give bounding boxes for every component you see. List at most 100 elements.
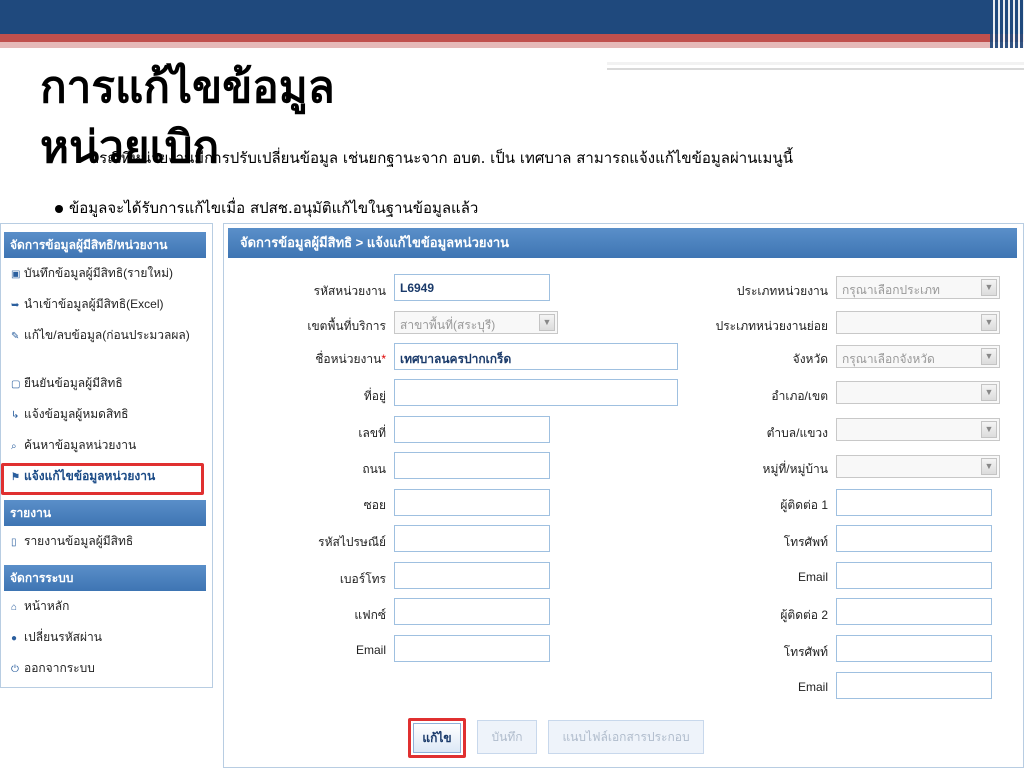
unit-subtype-select[interactable]: ▼ — [836, 311, 1000, 334]
sidebar-item-search-unit[interactable]: ⌕ ค้นหาข้อมูลหน่วยงาน — [1, 430, 212, 461]
service-area-label: เขตพื้นที่บริการ — [307, 319, 386, 333]
sidebar-section-manage-data: จัดการข้อมูลผู้มีสิทธิ/หน่วยงาน — [4, 232, 206, 258]
postcode-label: รหัสไปรษณีย์ — [318, 535, 386, 549]
unit-type-select[interactable]: กรุณาเลือกประเภท ▼ — [836, 276, 1000, 299]
sidebar-item-change-password[interactable]: ● เปลี่ยนรหัสผ่าน — [1, 622, 212, 653]
slide-pink-band — [0, 42, 1024, 48]
road-label: ถนน — [362, 462, 386, 476]
sidebar-item-label: นำเข้าข้อมูลผู้มีสิทธิ(Excel) — [24, 297, 164, 311]
district-select[interactable]: ▼ — [836, 381, 1000, 404]
bullet-2-text: ข้อมูลจะได้รับการแก้ไขเมื่อ สปสช.อนุมัติ… — [69, 199, 479, 217]
contact2-input[interactable] — [836, 598, 992, 625]
sidebar-item-label: รายงานข้อมูลผู้มีสิทธิ — [24, 534, 134, 548]
unit-code-input[interactable]: L6949 — [394, 274, 550, 301]
sidebar-item-label: หน้าหลัก — [24, 599, 70, 613]
phone2-label: โทรศัพท์ — [783, 645, 828, 659]
sidebar-item-edit-delete[interactable]: ✎ แก้ไข/ลบข้อมูล(ก่อนประมวลผล) — [1, 320, 212, 368]
bullet-1-text: กรณีที่หน่วยงานมีการปรับเปลี่ยนข้อมูล เช… — [90, 149, 793, 167]
chevron-down-icon: ▼ — [981, 384, 997, 401]
soi-label: ซอย — [363, 498, 386, 512]
document-icon: ▢ — [11, 379, 21, 390]
slide-deco-line — [607, 62, 1024, 65]
service-area-value: สาขาพื้นที่(สระบุรี) — [400, 318, 496, 332]
required-mark: * — [381, 352, 386, 366]
slide-title-line1: การแก้ไขข้อมูล — [40, 62, 335, 113]
contact1-label: ผู้ติดต่อ 1 — [780, 498, 828, 512]
slide-red-band — [0, 34, 1024, 42]
unit-name-label: ชื่อหน่วยงาน* — [290, 350, 386, 369]
sidebar-item-beneficiary-report[interactable]: ▯ รายงานข้อมูลผู้มีสิทธิ — [1, 526, 212, 557]
save-icon: ▣ — [11, 269, 21, 280]
postcode-input[interactable] — [394, 525, 550, 552]
attach-file-button[interactable]: แนบไฟล์เอกสารประกอบ — [548, 720, 704, 754]
village-select[interactable]: ▼ — [836, 455, 1000, 478]
power-icon: ⏻ — [11, 664, 19, 675]
chevron-down-icon: ▼ — [539, 314, 555, 331]
sidebar-item-logout[interactable]: ⏻ ออกจากระบบ — [1, 653, 212, 684]
email1-input[interactable] — [836, 562, 992, 589]
sidebar-item-label: แก้ไข/ลบข้อมูล(ก่อนประมวลผล) — [24, 328, 190, 342]
unit-subtype-label: ประเภทหน่วยงานย่อย — [715, 319, 828, 333]
subdistrict-select[interactable]: ▼ — [836, 418, 1000, 441]
button-highlight-box — [408, 718, 466, 758]
chevron-down-icon: ▼ — [981, 458, 997, 475]
sidebar-item-label: แจ้งข้อมูลผู้หมดสิทธิ — [24, 407, 129, 421]
sidebar-section-reports: รายงาน — [4, 500, 206, 526]
sidebar-item-label: บันทึกข้อมูลผู้มีสิทธิ(รายใหม่) — [24, 266, 174, 280]
sidebar-item-label: เปลี่ยนรหัสผ่าน — [24, 630, 102, 644]
import-icon: ➥ — [11, 300, 20, 311]
province-placeholder: กรุณาเลือกจังหวัด — [842, 352, 935, 366]
subdistrict-label: ตำบล/แขวง — [766, 426, 828, 440]
unit-type-label: ประเภทหน่วยงาน — [736, 284, 828, 298]
district-label: อำเภอ/เขต — [771, 389, 828, 403]
fax-input[interactable] — [394, 598, 550, 625]
contact1-input[interactable] — [836, 489, 992, 516]
soi-input[interactable] — [394, 489, 550, 516]
email1-label: Email — [797, 570, 828, 584]
unit-code-label: รหัสหน่วยงาน — [313, 284, 386, 298]
phone-input[interactable] — [394, 562, 550, 589]
phone1-input[interactable] — [836, 525, 992, 552]
phone2-input[interactable] — [836, 635, 992, 662]
sidebar-item-home[interactable]: ⌂ หน้าหลัก — [1, 591, 212, 622]
province-select[interactable]: กรุณาเลือกจังหวัด ▼ — [836, 345, 1000, 368]
phone-label: เบอร์โทร — [339, 572, 386, 586]
sidebar-menu: จัดการข้อมูลผู้มีสิทธิ/หน่วยงาน ▣ บันทึกข… — [0, 223, 213, 688]
sidebar-item-label: ยืนยันข้อมูลผู้มีสิทธิ — [24, 376, 123, 390]
chevron-down-icon: ▼ — [981, 348, 997, 365]
notify-icon: ↳ — [11, 410, 20, 421]
email2-label: Email — [797, 680, 828, 694]
address-input[interactable] — [394, 379, 678, 406]
sidebar-item-confirm-beneficiary[interactable]: ▢ ยืนยันข้อมูลผู้มีสิทธิ — [1, 368, 212, 399]
village-label: หมู่ที่/หมู่บ้าน — [762, 462, 828, 476]
address-label: ที่อยู่ — [363, 389, 386, 403]
sidebar-item-import-excel[interactable]: ➥ นำเข้าข้อมูลผู้มีสิทธิ(Excel) — [1, 289, 212, 320]
lock-icon: ● — [11, 633, 18, 644]
report-icon: ▯ — [11, 537, 17, 548]
contact2-label: ผู้ติดต่อ 2 — [780, 608, 828, 622]
home-icon: ⌂ — [11, 602, 18, 613]
province-label: จังหวัด — [792, 352, 828, 366]
phone1-label: โทรศัพท์ — [783, 535, 828, 549]
unit-type-placeholder: กรุณาเลือกประเภท — [842, 283, 940, 297]
menu-highlight-box — [1, 463, 204, 495]
fax-label: แฟกซ์ — [354, 608, 386, 622]
unit-name-input[interactable]: เทศบาลนครปากเกร็ด — [394, 343, 678, 370]
slide-bullet-1: กรณีที่หน่วยงานมีการปรับเปลี่ยนข้อมูล เช… — [90, 146, 793, 170]
sidebar-item-notify-expired[interactable]: ↳ แจ้งข้อมูลผู้หมดสิทธิ — [1, 399, 212, 430]
bullet-dot-icon — [55, 205, 63, 213]
email-input[interactable] — [394, 635, 550, 662]
house-number-label: เลขที่ — [358, 426, 386, 440]
wrench-icon: ✎ — [11, 331, 20, 342]
sidebar-item-label: ค้นหาข้อมูลหน่วยงาน — [24, 438, 137, 452]
search-icon: ⌕ — [11, 441, 17, 452]
form-breadcrumb-header: จัดการข้อมูลผู้มีสิทธิ > แจ้งแก้ไขข้อมูล… — [228, 228, 1017, 258]
sidebar-item-label: ออกจากระบบ — [24, 661, 95, 675]
sidebar-item-add-beneficiary[interactable]: ▣ บันทึกข้อมูลผู้มีสิทธิ(รายใหม่) — [1, 258, 212, 289]
save-button[interactable]: บันทึก — [477, 720, 537, 754]
road-input[interactable] — [394, 452, 550, 479]
service-area-select[interactable]: สาขาพื้นที่(สระบุรี) ▼ — [394, 311, 558, 334]
chevron-down-icon: ▼ — [981, 421, 997, 438]
house-number-input[interactable] — [394, 416, 550, 443]
email2-input[interactable] — [836, 672, 992, 699]
